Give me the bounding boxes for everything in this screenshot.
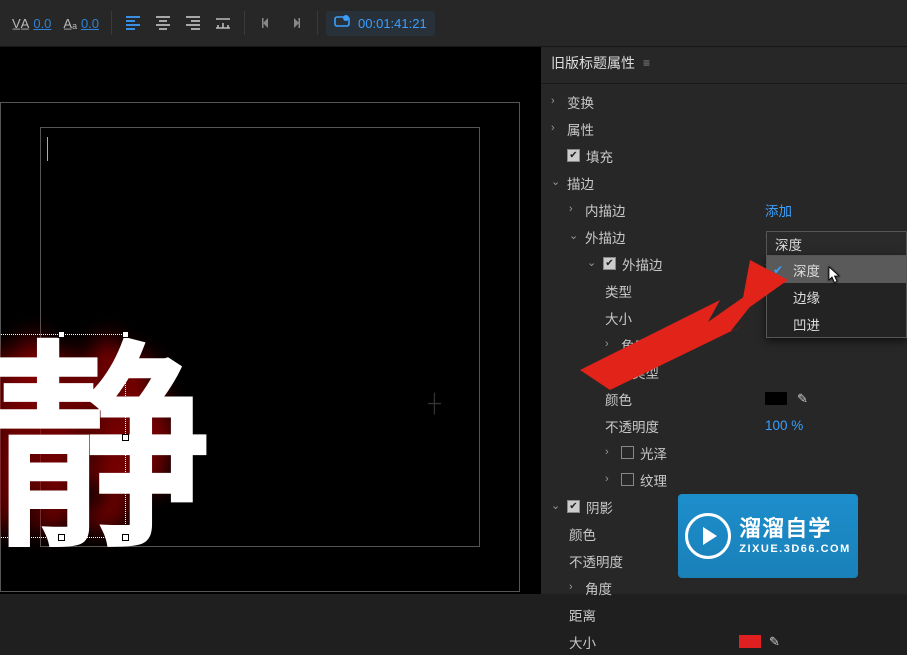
chevron-down-icon: ⌄ — [569, 229, 579, 242]
stroke-opacity-value[interactable]: 100 % — [765, 418, 803, 433]
baseline-tool[interactable]: A̲ₐ 0.0 — [59, 14, 103, 33]
row-label: 纹理 — [640, 470, 667, 490]
add-inner-stroke-link[interactable]: 添加 — [765, 200, 792, 220]
panel-title: 旧版标题属性 — [551, 53, 635, 73]
align-right-button[interactable] — [180, 10, 206, 36]
panel-menu-icon[interactable]: ≡ — [643, 56, 650, 70]
kerning-tool[interactable]: V̲A̲ 0.0 — [8, 14, 55, 33]
duration-icon — [334, 14, 352, 33]
stroke-filltype-row: 填充类型 — [541, 358, 907, 385]
shadow-checkbox[interactable]: ✔ — [567, 500, 580, 513]
eyedropper-icon[interactable]: ✎ — [769, 634, 780, 650]
dropdown-option-indent[interactable]: 凹进 — [767, 310, 906, 337]
chevron-right-icon: › — [569, 203, 579, 215]
row-label: 不透明度 — [605, 416, 659, 436]
stroke-opacity-row: 不透明度 100 % — [541, 412, 907, 439]
row-label: 光泽 — [640, 443, 667, 463]
row-label: 类型 — [605, 281, 632, 301]
option-label: 凹进 — [793, 314, 820, 334]
option-label: 边缘 — [793, 287, 820, 307]
stroke-type-dropdown[interactable]: 深度 — [766, 231, 907, 255]
stroke-texture-row[interactable]: › ✔ 纹理 — [541, 466, 907, 493]
section-stroke[interactable]: ⌄ 描边 — [541, 169, 907, 196]
title-canvas[interactable]: 静 静 ┼ — [0, 47, 540, 594]
chevron-right-icon: › — [605, 338, 615, 350]
shadow-size-color-swatch[interactable] — [739, 635, 761, 648]
center-marker-icon: ┼ — [428, 393, 441, 414]
baseline-value[interactable]: 0.0 — [81, 16, 99, 31]
resize-handle-br[interactable] — [122, 534, 129, 541]
option-label: 深度 — [793, 260, 820, 280]
section-attributes[interactable]: › 属性 — [541, 115, 907, 142]
mouse-cursor-icon — [828, 266, 842, 284]
resize-handle-tm[interactable] — [58, 331, 65, 338]
text-cursor — [47, 137, 48, 161]
section-label: 填充 — [586, 146, 613, 166]
resize-handle-bm[interactable] — [58, 534, 65, 541]
row-label: 内描边 — [585, 200, 626, 220]
section-label: 描边 — [567, 173, 594, 193]
stroke-color-row: 颜色 ✎ — [541, 385, 907, 412]
shadow-angle-row[interactable]: › 角度 — [541, 574, 907, 601]
next-tab-button[interactable] — [283, 10, 309, 36]
stroke-enable-checkbox[interactable]: ✔ — [603, 257, 616, 270]
chevron-down-icon: ⌄ — [587, 256, 597, 269]
duration-pill[interactable]: 00:01:41:21 — [326, 11, 435, 36]
section-transform[interactable]: › 变换 — [541, 88, 907, 115]
watermark-badge: 溜溜自学 ZIXUE.3D66.COM — [678, 494, 858, 578]
selection-box[interactable] — [0, 334, 126, 538]
kerning-icon: V̲A̲ — [12, 16, 29, 31]
stroke-color-swatch[interactable] — [765, 392, 787, 405]
chevron-down-icon: ⌄ — [551, 499, 561, 512]
row-label: 大小 — [569, 632, 596, 652]
stroke-gloss-row[interactable]: › ✔ 光泽 — [541, 439, 907, 466]
row-label: 外描边 — [585, 227, 626, 247]
prev-tab-button[interactable] — [253, 10, 279, 36]
watermark-line1: 溜溜自学 — [739, 516, 850, 542]
baseline-shift-icon: A̲ₐ — [63, 16, 77, 31]
fill-checkbox[interactable]: ✔ — [567, 149, 580, 162]
kerning-value[interactable]: 0.0 — [33, 16, 51, 31]
row-label: 外描边 — [622, 254, 663, 274]
section-fill[interactable]: ✔ 填充 — [541, 142, 907, 169]
chevron-right-icon: › — [551, 122, 561, 134]
watermark-line2: ZIXUE.3D66.COM — [739, 543, 850, 556]
gloss-checkbox[interactable]: ✔ — [621, 446, 634, 459]
separator — [317, 11, 318, 35]
texture-checkbox[interactable]: ✔ — [621, 473, 634, 486]
watermark-play-icon — [685, 513, 731, 559]
shadow-distance-row: 距离 — [541, 601, 907, 628]
resize-handle-mr[interactable] — [122, 434, 129, 441]
separator — [111, 11, 112, 35]
row-label: 填充类型 — [605, 362, 659, 382]
align-center-button[interactable] — [150, 10, 176, 36]
dropdown-option-edge[interactable]: 边缘 — [767, 283, 906, 310]
shadow-size-row: 大小 ✎ — [541, 628, 907, 655]
row-label: 大小 — [605, 308, 632, 328]
tab-stops-button[interactable] — [210, 10, 236, 36]
row-label: 颜色 — [569, 524, 596, 544]
row-label: 距离 — [569, 605, 596, 625]
chevron-down-icon: ⌄ — [551, 175, 561, 188]
chevron-right-icon: › — [569, 581, 579, 593]
eyedropper-icon[interactable]: ✎ — [797, 391, 808, 407]
duration-value: 00:01:41:21 — [358, 16, 427, 31]
separator — [244, 11, 245, 35]
align-left-button[interactable] — [120, 10, 146, 36]
row-label: 角度 — [585, 578, 612, 598]
chevron-right-icon: › — [551, 95, 561, 107]
resize-handle-tr[interactable] — [122, 331, 129, 338]
row-label: 颜色 — [605, 389, 632, 409]
check-icon: ✔ — [773, 263, 783, 277]
section-label: 变换 — [567, 92, 594, 112]
section-label: 属性 — [567, 119, 594, 139]
chevron-right-icon: › — [605, 446, 615, 458]
section-label: 阴影 — [586, 497, 613, 517]
inner-stroke-row[interactable]: › 内描边 添加 — [541, 196, 907, 223]
chevron-right-icon: › — [605, 473, 615, 485]
dropdown-selected: 深度 — [775, 234, 802, 254]
row-label: 不透明度 — [569, 551, 623, 571]
row-label: 角度 — [621, 335, 648, 355]
